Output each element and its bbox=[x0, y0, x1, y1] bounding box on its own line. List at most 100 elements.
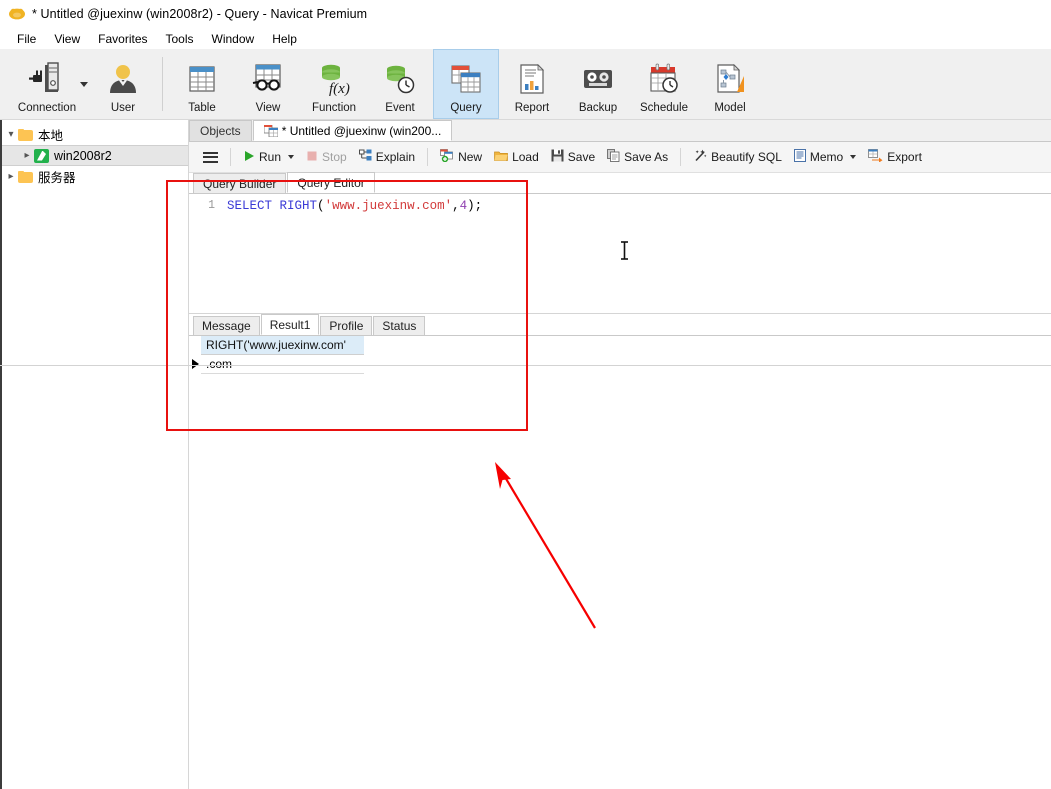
tab-result1[interactable]: Result1 bbox=[260, 314, 320, 335]
tab-message[interactable]: Message bbox=[193, 316, 260, 335]
beautify-sql-button-label: Beautify SQL bbox=[711, 150, 782, 164]
sidebar-item-bendi[interactable]: ▾ 本地 bbox=[0, 124, 188, 145]
run-button[interactable]: Run bbox=[237, 147, 300, 168]
sidebar-item-win2008r2[interactable]: ▸ win2008r2 bbox=[0, 145, 188, 166]
query-toolbar-separator-3 bbox=[680, 148, 682, 166]
new-query-icon bbox=[440, 149, 454, 165]
load-button[interactable]: Load bbox=[488, 147, 545, 168]
save-as-button[interactable]: Save As bbox=[601, 146, 674, 168]
stop-button-label: Stop bbox=[322, 150, 347, 164]
sidebar-item-fuwuqi[interactable]: ▸ 服务器 bbox=[0, 166, 188, 187]
export-button[interactable]: Export bbox=[862, 146, 928, 168]
menu-window[interactable]: Window bbox=[203, 30, 264, 48]
hamburger-menu-icon[interactable] bbox=[197, 148, 224, 167]
toolbar-report-button[interactable]: Report bbox=[499, 49, 565, 119]
user-icon bbox=[106, 59, 140, 99]
toolbar-report-label: Report bbox=[514, 101, 550, 114]
folder-icon bbox=[18, 128, 33, 141]
connection-dropdown-caret[interactable] bbox=[80, 82, 88, 87]
menu-favorites[interactable]: Favorites bbox=[89, 30, 156, 48]
menu-help[interactable]: Help bbox=[263, 30, 306, 48]
save-button-label: Save bbox=[567, 150, 596, 164]
tab-objects[interactable]: Objects bbox=[189, 120, 252, 141]
chevron-right-icon[interactable]: ▸ bbox=[4, 171, 18, 182]
menu-tools[interactable]: Tools bbox=[157, 30, 203, 48]
title-bar: * Untitled @juexinw (win2008r2) - Query … bbox=[0, 0, 1051, 28]
beautify-sql-button[interactable]: Beautify SQL bbox=[687, 146, 788, 169]
load-button-label: Load bbox=[512, 150, 539, 164]
toolbar-view-button[interactable]: View bbox=[235, 49, 301, 119]
toolbar-query-button[interactable]: Query bbox=[433, 49, 499, 119]
tab-profile[interactable]: Profile bbox=[320, 316, 373, 335]
stop-square-icon bbox=[306, 150, 318, 165]
tab-message-label: Message bbox=[202, 319, 251, 333]
save-floppy-icon bbox=[551, 149, 564, 165]
query-toolbar: Run Stop Explain New Load Save Save As B… bbox=[189, 142, 1051, 173]
run-dropdown-caret[interactable] bbox=[288, 155, 295, 159]
connection-tree-sidebar: ▾ 本地 ▸ win2008r2 ▸ 服务器 bbox=[0, 120, 189, 789]
tab-query-editor-label: Query Editor bbox=[297, 175, 365, 190]
toolbar-schedule-button[interactable]: Schedule bbox=[631, 49, 697, 119]
sql-editor[interactable]: 1 SELECT RIGHT('www.juexinw.com',4); bbox=[189, 194, 1051, 314]
tab-untitled-query[interactable]: * Untitled @juexinw (win200... bbox=[252, 120, 453, 141]
pane-tab-strip: Objects * Untitled @juexinw (win200... bbox=[189, 120, 1051, 142]
export-icon bbox=[868, 149, 883, 165]
query-icon bbox=[449, 59, 483, 99]
tab-query-editor[interactable]: Query Editor bbox=[287, 172, 375, 193]
memo-button-label: Memo bbox=[809, 150, 844, 164]
explain-icon bbox=[358, 149, 372, 165]
sql-token-comma: , bbox=[452, 199, 460, 213]
chevron-down-icon[interactable]: ▾ bbox=[4, 129, 18, 140]
toolbar-connection-button[interactable]: Connection bbox=[4, 49, 90, 119]
main-body: ▾ 本地 ▸ win2008r2 ▸ 服务器 Objects * Untitle… bbox=[0, 120, 1051, 789]
query-toolbar-separator-1 bbox=[230, 148, 231, 166]
toolbar-backup-button[interactable]: Backup bbox=[565, 49, 631, 119]
toolbar-function-button[interactable]: f(x) Function bbox=[301, 49, 367, 119]
toolbar-user-button[interactable]: User bbox=[90, 49, 156, 119]
sidebar-item-win2008r2-label: win2008r2 bbox=[54, 148, 112, 163]
save-button[interactable]: Save bbox=[545, 146, 601, 168]
chevron-right-icon[interactable]: ▸ bbox=[20, 150, 34, 161]
sql-code-line[interactable]: SELECT RIGHT('www.juexinw.com',4); bbox=[221, 194, 1051, 313]
toolbar-event-button[interactable]: Event bbox=[367, 49, 433, 119]
cell-value[interactable]: .com bbox=[201, 357, 232, 371]
toolbar-separator-1 bbox=[162, 57, 163, 111]
toolbar-table-button[interactable]: Table bbox=[169, 49, 235, 119]
navicat-logo-icon bbox=[8, 6, 26, 22]
explain-button[interactable]: Explain bbox=[353, 146, 421, 168]
sql-token-number: 4 bbox=[459, 199, 468, 213]
memo-dropdown-caret[interactable] bbox=[850, 155, 857, 159]
new-button[interactable]: New bbox=[434, 146, 488, 168]
tab-result1-label: Result1 bbox=[269, 317, 311, 332]
tab-profile-label: Profile bbox=[329, 319, 364, 333]
run-play-icon bbox=[243, 150, 255, 165]
run-button-label: Run bbox=[259, 150, 282, 164]
toolbar-user-label: User bbox=[110, 101, 136, 114]
pane-divider-line bbox=[0, 365, 1051, 366]
tab-query-builder[interactable]: Query Builder bbox=[193, 173, 287, 193]
menu-file[interactable]: File bbox=[8, 30, 45, 48]
main-toolbar: Connection User Table View f(x) Function… bbox=[0, 49, 1051, 120]
sidebar-item-fuwuqi-label: 服务器 bbox=[38, 171, 76, 185]
magic-wand-icon bbox=[693, 149, 707, 166]
model-icon bbox=[713, 59, 747, 99]
sidebar-item-bendi-label: 本地 bbox=[38, 129, 64, 143]
export-button-label: Export bbox=[887, 150, 922, 164]
window-title: * Untitled @juexinw (win2008r2) - Query … bbox=[32, 6, 368, 21]
function-icon: f(x) bbox=[317, 59, 351, 99]
sql-token-select: SELECT bbox=[227, 199, 273, 213]
right-pane: Objects * Untitled @juexinw (win200... R… bbox=[189, 120, 1051, 789]
column-header-right-expr[interactable]: RIGHT('www.juexinw.com' bbox=[201, 338, 346, 352]
result-grid-header: RIGHT('www.juexinw.com' bbox=[201, 336, 364, 355]
tab-untitled-query-label: * Untitled @juexinw (win200... bbox=[281, 123, 442, 138]
tab-query-builder-label: Query Builder bbox=[203, 176, 277, 191]
toolbar-model-label: Model bbox=[714, 101, 746, 114]
tab-status[interactable]: Status bbox=[373, 316, 426, 335]
load-folder-icon bbox=[494, 150, 508, 165]
menu-view[interactable]: View bbox=[45, 30, 89, 48]
memo-button[interactable]: Memo bbox=[788, 146, 862, 168]
query-tab-icon bbox=[263, 124, 279, 137]
save-as-icon bbox=[607, 149, 620, 165]
schedule-icon bbox=[647, 59, 681, 99]
toolbar-model-button[interactable]: Model bbox=[697, 49, 763, 119]
